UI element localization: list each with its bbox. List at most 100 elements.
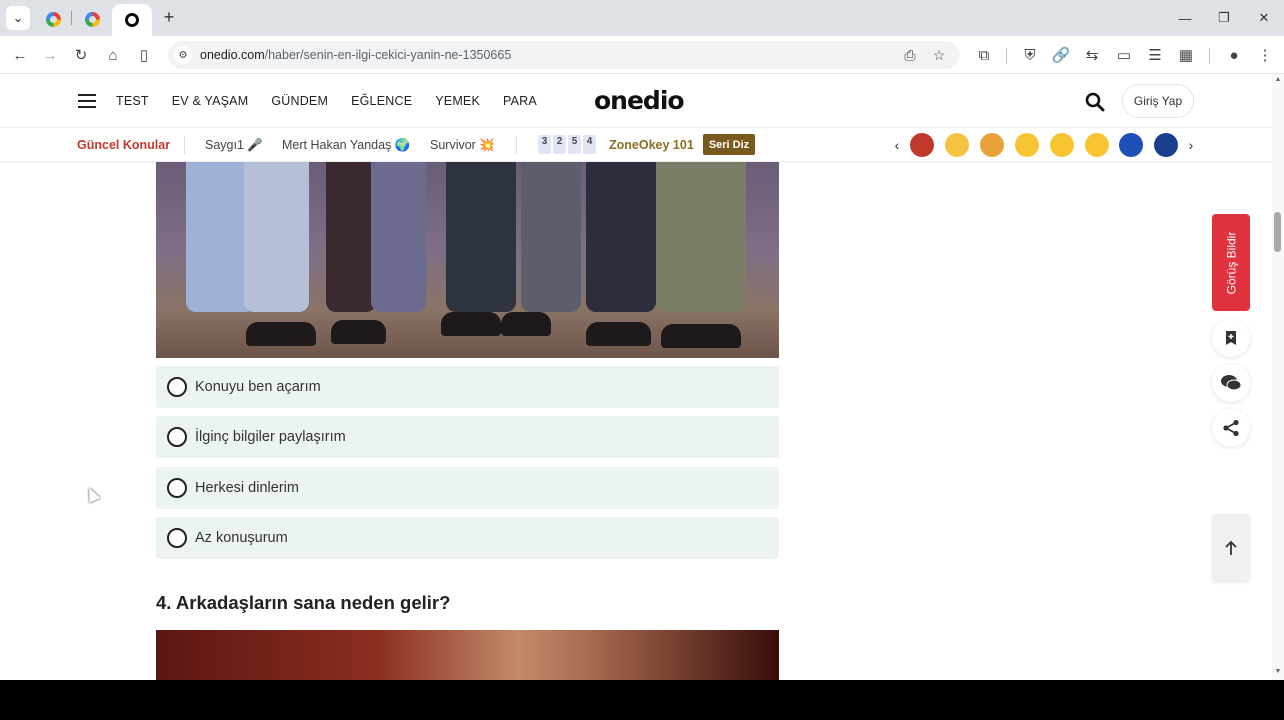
page-scrollbar[interactable]: ▲ ▼ <box>1272 74 1284 680</box>
bookmark-star-icon[interactable]: ☆ <box>929 45 949 65</box>
nav-item-ev-yasam[interactable]: EV & YAŞAM <box>172 94 249 108</box>
minimize-icon[interactable]: — <box>1174 8 1196 28</box>
incognito-icon[interactable]: ⛨ <box>1019 44 1041 66</box>
nav-item-para[interactable]: PARA <box>503 94 537 108</box>
reaction-clap-icon[interactable] <box>980 133 1004 157</box>
option-label: Az konuşurum <box>195 530 288 546</box>
toolbar-separator <box>1006 48 1007 64</box>
topics-bar: Güncel Konular Saygı1 🎤 Mert Hakan Yanda… <box>0 128 1272 162</box>
zone-tile: 5 <box>568 135 581 154</box>
hamburger-menu-icon[interactable] <box>78 94 96 108</box>
zone-tile: 4 <box>583 135 596 154</box>
google-icon <box>84 11 100 27</box>
more-menu-icon[interactable]: ⋮ <box>1254 44 1276 66</box>
reaction-philips-icon[interactable] <box>1119 133 1143 157</box>
photo-leg <box>371 162 426 312</box>
feedback-button[interactable]: Görüş Bildir <box>1212 214 1250 311</box>
forward-icon[interactable]: → <box>39 44 61 66</box>
comments-icon <box>1221 375 1242 391</box>
arrow-up-icon <box>1225 540 1237 555</box>
photo-leg <box>656 162 746 312</box>
reading-mode-icon[interactable]: ▯ <box>133 44 155 66</box>
radio-icon[interactable] <box>167 377 187 397</box>
radio-icon[interactable] <box>167 478 187 498</box>
share-button[interactable] <box>1212 409 1250 447</box>
site-header: TEST EV & YAŞAM GÜNDEM EĞLENCE YEMEK PAR… <box>0 74 1272 128</box>
new-tab-button[interactable]: + <box>158 6 180 28</box>
search-icon[interactable] <box>1085 92 1105 112</box>
photo-leg <box>586 162 656 312</box>
reaction-gamepad-icon[interactable] <box>945 133 969 157</box>
tab-search-button[interactable]: ⌄ <box>6 6 30 30</box>
option-label: İlginç bilgiler paylaşırım <box>195 429 346 445</box>
zone-tile: 3 <box>538 135 551 154</box>
radio-icon[interactable] <box>167 528 187 548</box>
seri-diz-button[interactable]: Seri Diz <box>703 134 755 155</box>
mouse-cursor-icon <box>83 485 101 503</box>
scroll-to-top-button[interactable] <box>1212 514 1250 582</box>
login-button[interactable]: Giriş Yap <box>1122 84 1194 118</box>
payment-icon[interactable]: ▭ <box>1113 44 1135 66</box>
onedio-favicon-icon <box>125 13 139 27</box>
chevron-right-icon[interactable]: › <box>1184 137 1198 153</box>
feedback-label: Görüş Bildir <box>1224 231 1238 294</box>
tab-google-2[interactable] <box>77 6 107 32</box>
quiz-option-1[interactable]: Konuyu ben açarım <box>156 366 779 408</box>
scroll-down-arrow-icon[interactable]: ▼ <box>1273 668 1283 678</box>
install-app-icon[interactable]: ⎙ <box>900 45 920 65</box>
photo-shoe <box>586 322 651 346</box>
topics-title: Güncel Konular <box>77 138 171 152</box>
onedio-logo[interactable]: onedio <box>594 86 685 115</box>
main-nav: TEST EV & YAŞAM GÜNDEM EĞLENCE YEMEK PAR… <box>116 94 560 108</box>
nav-item-eglence[interactable]: EĞLENCE <box>351 94 412 108</box>
photo-shoe <box>501 312 551 336</box>
zoneokey-tiles[interactable]: 3 2 5 4 <box>538 135 596 154</box>
extensions-icon[interactable]: ⧉ <box>973 44 995 66</box>
reading-list-icon[interactable]: ☰ <box>1144 44 1166 66</box>
reaction-oralb-icon[interactable] <box>1154 133 1178 157</box>
reaction-sad-icon[interactable] <box>1050 133 1074 157</box>
nav-item-yemek[interactable]: YEMEK <box>435 94 480 108</box>
browser-toolbar: ← → ↻ ⌂ ▯ ⚙ onedio.com/haber/senin-en-il… <box>0 36 1284 74</box>
nav-item-test[interactable]: TEST <box>116 94 149 108</box>
radio-icon[interactable] <box>167 427 187 447</box>
reaction-badge-icon[interactable] <box>910 133 934 157</box>
apps-icon[interactable]: ▦ <box>1175 44 1197 66</box>
tab-strip: ⌄ + — ❐ ✕ <box>0 0 1284 36</box>
comments-button[interactable] <box>1212 364 1250 402</box>
quiz-option-4[interactable]: Az konuşurum <box>156 517 779 559</box>
tab-google-1[interactable] <box>38 6 68 32</box>
link-icon[interactable]: 🔗 <box>1050 44 1072 66</box>
photo-shoe <box>661 324 741 348</box>
reaction-smile-icon[interactable] <box>1085 133 1109 157</box>
tab-onedio-active[interactable] <box>112 4 152 36</box>
restore-icon[interactable]: ❐ <box>1213 8 1235 28</box>
photo-leg <box>521 162 581 312</box>
topic-item-survivor[interactable]: Survivor 💥 <box>430 138 495 153</box>
url-domain: onedio.com <box>200 48 265 62</box>
photo-leg <box>326 162 376 312</box>
zoneokey-link[interactable]: ZoneOkey 101 <box>609 138 694 152</box>
reaction-heart-eyes-icon[interactable] <box>1015 133 1039 157</box>
bookmark-button[interactable] <box>1212 319 1250 357</box>
url-path: /haber/senin-en-ilgi-cekici-yanin-ne-135… <box>264 48 512 62</box>
topic-item-mert-hakan[interactable]: Mert Hakan Yandaş 🌍 <box>282 138 410 153</box>
chevron-left-icon[interactable]: ‹ <box>890 137 904 153</box>
topic-item-saygi1[interactable]: Saygı1 🎤 <box>205 138 263 153</box>
site-info-icon[interactable]: ⚙ <box>174 46 192 64</box>
quiz-option-3[interactable]: Herkesi dinlerim <box>156 467 779 509</box>
photo-leg <box>244 162 309 312</box>
translate-icon[interactable]: ⇆ <box>1081 44 1103 66</box>
google-icon <box>45 11 61 27</box>
address-bar[interactable]: ⚙ onedio.com/haber/senin-en-ilgi-cekici-… <box>168 41 960 69</box>
scroll-up-arrow-icon[interactable]: ▲ <box>1273 76 1283 86</box>
nav-item-gundem[interactable]: GÜNDEM <box>271 94 328 108</box>
home-icon[interactable]: ⌂ <box>102 44 124 66</box>
quiz-option-2[interactable]: İlginç bilgiler paylaşırım <box>156 416 779 458</box>
photo-shoe <box>331 320 386 344</box>
profile-avatar-icon[interactable]: ● <box>1223 44 1245 66</box>
scroll-thumb[interactable] <box>1274 212 1281 252</box>
back-icon[interactable]: ← <box>9 44 31 66</box>
reload-icon[interactable]: ↻ <box>70 44 92 66</box>
close-icon[interactable]: ✕ <box>1253 8 1275 28</box>
